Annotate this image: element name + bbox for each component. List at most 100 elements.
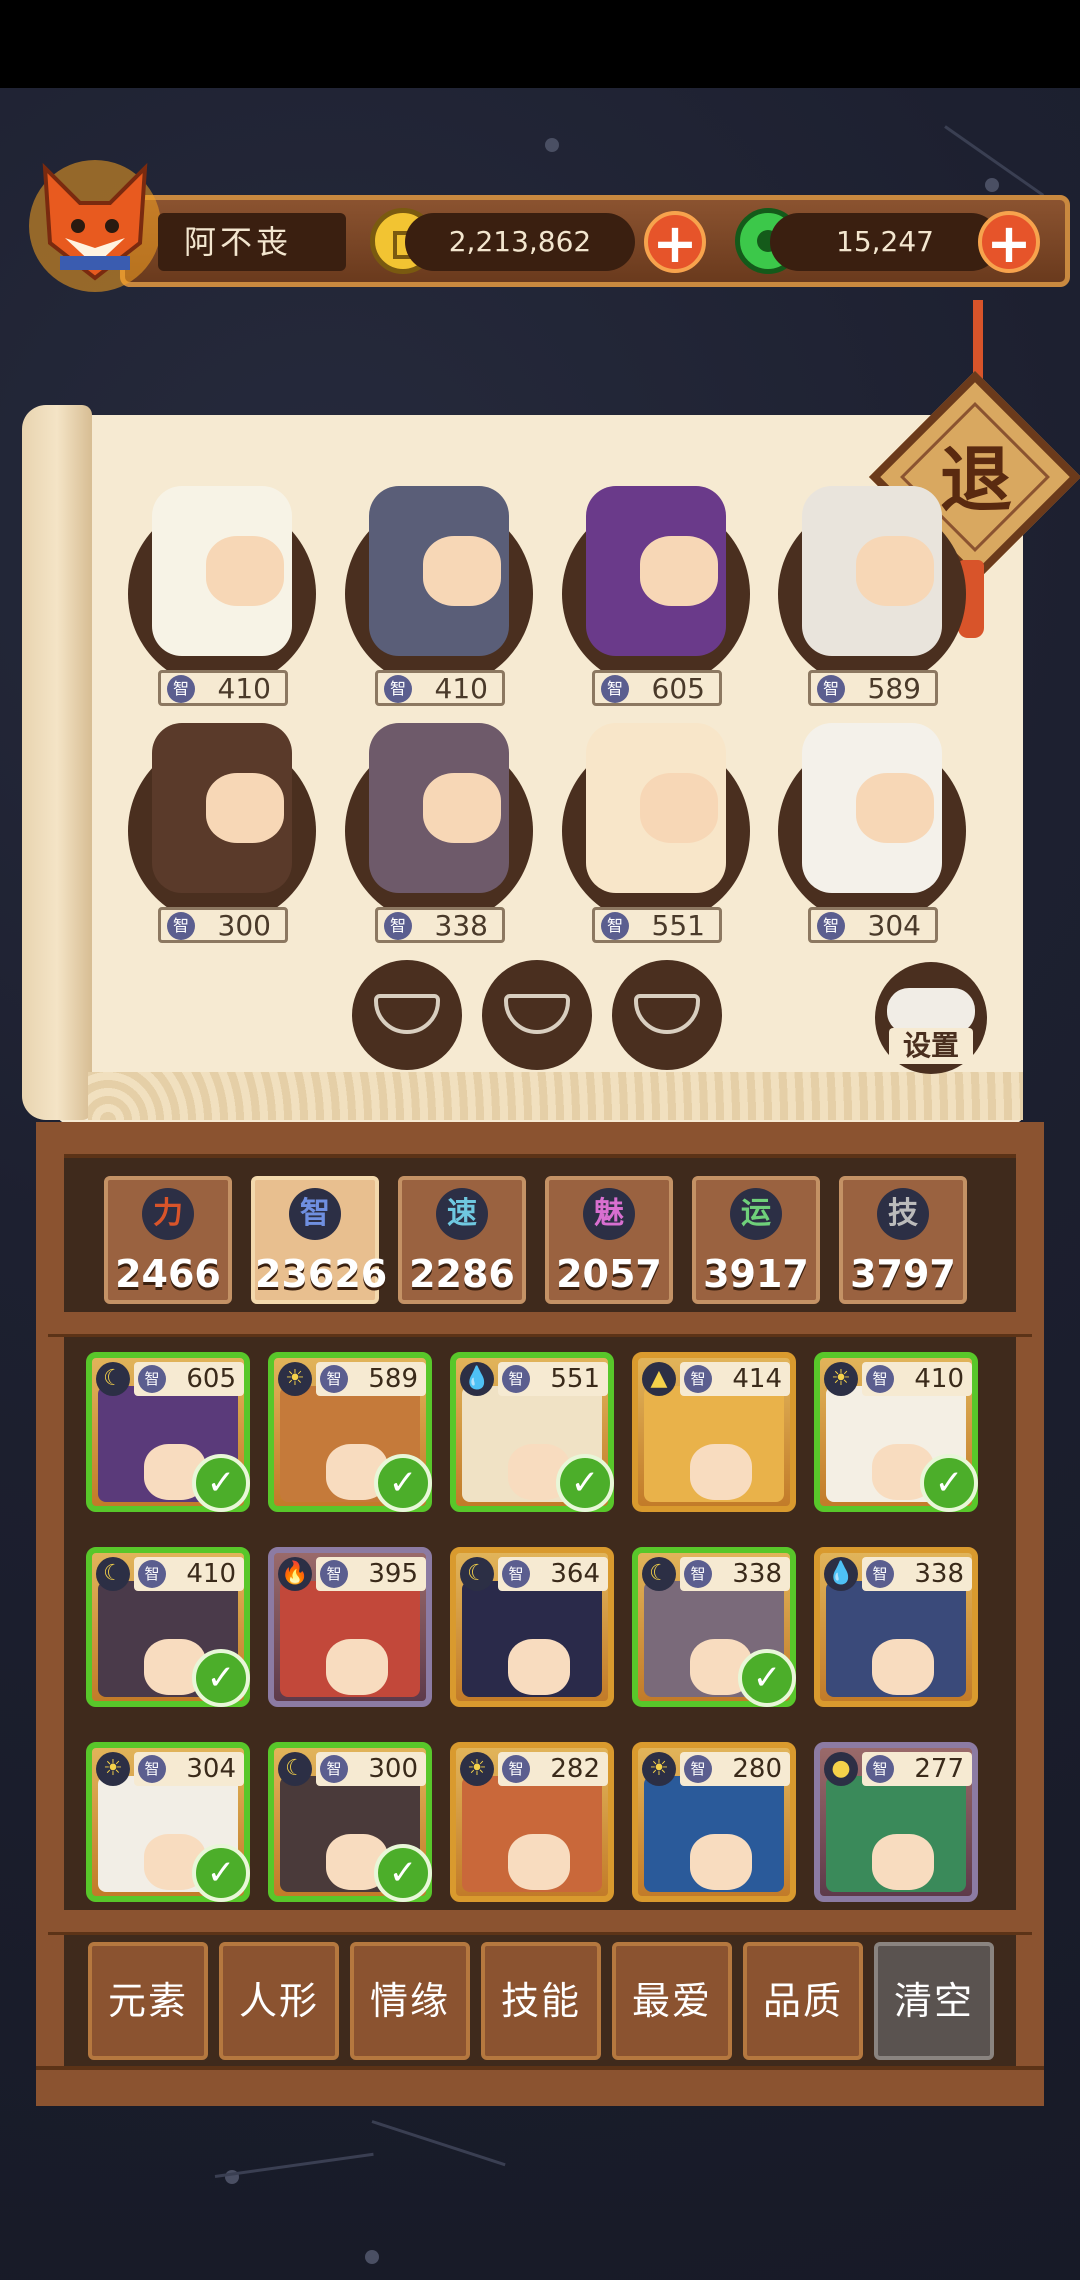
moon-element-icon: ☾ (96, 1557, 130, 1591)
add-coins-button[interactable]: + (644, 211, 706, 273)
stat-tab[interactable]: 技 3797 (839, 1176, 967, 1304)
intelligence-icon: 智 (138, 1755, 166, 1783)
intelligence-icon: 智 (684, 1365, 712, 1393)
stat-value: 2466 (115, 1252, 221, 1296)
hero-card[interactable]: ☾ 智 338 ✓ (632, 1547, 796, 1707)
hero-card[interactable]: ☀ 智 282 (450, 1742, 614, 1902)
hero-face (423, 536, 501, 606)
hero-card[interactable]: ☾ 智 364 (450, 1547, 614, 1707)
scroll-roll (22, 405, 92, 1120)
intelligence-icon: 智 (684, 1755, 712, 1783)
selected-check-icon: ✓ (374, 1844, 432, 1902)
hero-card[interactable]: ☾ 智 410 ✓ (86, 1547, 250, 1707)
hero-value: 410 (186, 1559, 236, 1589)
team-slot[interactable] (345, 723, 533, 925)
hero-card[interactable]: 🔥 智 395 (268, 1547, 432, 1707)
team-slot[interactable] (345, 486, 533, 688)
hero-value: 551 (550, 1364, 600, 1394)
hero-portrait (802, 486, 942, 656)
add-jade-button[interactable]: + (978, 211, 1040, 273)
hero-face (690, 1834, 752, 1890)
cabinet-side (1016, 1154, 1044, 2099)
team-value-text: 551 (651, 909, 705, 942)
hero-value: 282 (550, 1754, 600, 1784)
hero-card[interactable]: 💧 智 551 ✓ (450, 1352, 614, 1512)
hero-face (856, 773, 934, 843)
empty-slot-bowl-icon[interactable] (482, 960, 592, 1070)
intelligence-icon: 智 (320, 1560, 348, 1588)
hero-face (640, 536, 718, 606)
hero-portrait (586, 723, 726, 893)
team-slot[interactable] (128, 723, 316, 925)
sun-element-icon: ☀ (460, 1752, 494, 1786)
intelligence-icon: 智 (502, 1560, 530, 1588)
filter-bond-button[interactable]: 情缘 (350, 1942, 470, 2060)
clear-filter-button[interactable]: 清空 (874, 1942, 994, 2060)
hero-value-tag: 智 338 (680, 1557, 790, 1591)
stat-tab[interactable]: 速 2286 (398, 1176, 526, 1304)
stat-value: 3797 (850, 1252, 956, 1296)
stat-icon: 智 (289, 1188, 341, 1240)
team-slot[interactable] (128, 486, 316, 688)
team-slot-value: 智 551 (592, 907, 722, 943)
filter-skill-button[interactable]: 技能 (481, 1942, 601, 2060)
fox-avatar[interactable] (20, 148, 170, 298)
filter-element-button[interactable]: 元素 (88, 1942, 208, 2060)
stat-icon: 魅 (583, 1188, 635, 1240)
team-slot[interactable] (778, 486, 966, 688)
team-slot-value: 智 410 (375, 670, 505, 706)
hero-value-tag: 智 551 (498, 1362, 608, 1396)
sun-element-icon: ☀ (96, 1752, 130, 1786)
hero-card[interactable]: ☀ 智 589 ✓ (268, 1352, 432, 1512)
shelf (48, 1910, 1032, 1935)
stat-tab[interactable]: 魅 2057 (545, 1176, 673, 1304)
filter-humanoid-button[interactable]: 人形 (219, 1942, 339, 2060)
hero-card[interactable]: ☾ 智 605 ✓ (86, 1352, 250, 1512)
intelligence-icon: 智 (684, 1560, 712, 1588)
hero-value-tag: 智 280 (680, 1752, 790, 1786)
hero-face (872, 1834, 934, 1890)
hero-card[interactable]: ☀ 智 280 (632, 1742, 796, 1902)
team-value-text: 338 (434, 909, 488, 942)
hero-card[interactable]: ☀ 智 410 ✓ (814, 1352, 978, 1512)
settings-button[interactable]: 设置 (875, 962, 987, 1074)
team-slot[interactable] (562, 723, 750, 925)
hero-value-tag: 智 277 (862, 1752, 972, 1786)
intelligence-icon: 智 (866, 1755, 894, 1783)
hero-face (508, 1639, 570, 1695)
empty-slot-bowl-icon[interactable] (352, 960, 462, 1070)
hero-value-tag: 智 410 (134, 1557, 244, 1591)
hero-card[interactable]: 💧 智 338 (814, 1547, 978, 1707)
hero-face (206, 536, 284, 606)
settings-label: 设置 (889, 1028, 973, 1064)
hero-face (423, 773, 501, 843)
status-bar (0, 0, 1080, 88)
stat-tab[interactable]: 力 2466 (104, 1176, 232, 1304)
hero-card[interactable]: ☾ 智 300 ✓ (268, 1742, 432, 1902)
stat-icon: 技 (877, 1188, 929, 1240)
stat-value: 2057 (556, 1252, 662, 1296)
hero-value: 605 (186, 1364, 236, 1394)
star-dot (545, 138, 559, 152)
filter-favorite-button[interactable]: 最爱 (612, 1942, 732, 2060)
hero-face (640, 773, 718, 843)
empty-slot-bowl-icon[interactable] (612, 960, 722, 1070)
team-slot[interactable] (778, 723, 966, 925)
intelligence-icon: 智 (601, 912, 629, 940)
hero-card[interactable]: ▲ 智 414 (632, 1352, 796, 1512)
team-slot[interactable] (562, 486, 750, 688)
stat-tab[interactable]: 运 3917 (692, 1176, 820, 1304)
hero-card[interactable]: ● 智 277 (814, 1742, 978, 1902)
team-slot-value: 智 300 (158, 907, 288, 943)
stat-tab[interactable]: 智 23626 (251, 1176, 387, 1304)
filter-quality-button[interactable]: 品质 (743, 1942, 863, 2060)
hero-face (326, 1639, 388, 1695)
star-dot (985, 178, 999, 192)
hero-value-tag: 智 395 (316, 1557, 426, 1591)
moon-element-icon: ☾ (460, 1557, 494, 1591)
hero-card[interactable]: ☀ 智 304 ✓ (86, 1742, 250, 1902)
team-slot-value: 智 304 (808, 907, 938, 943)
hero-value: 410 (914, 1364, 964, 1394)
selected-check-icon: ✓ (192, 1454, 250, 1512)
intelligence-icon: 智 (384, 912, 412, 940)
